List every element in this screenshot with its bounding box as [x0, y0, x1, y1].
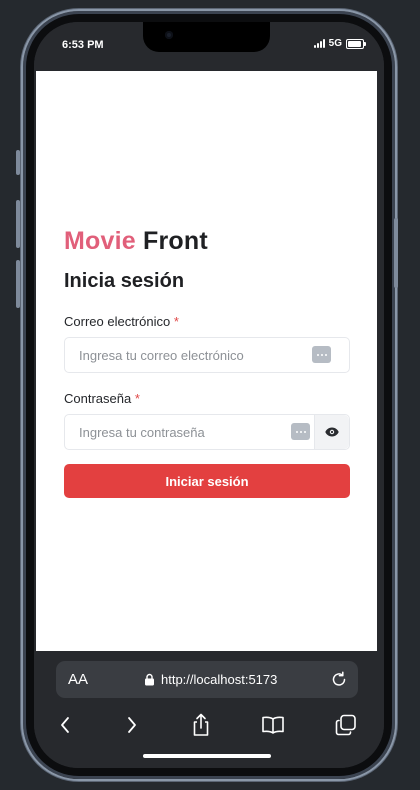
forward-icon — [128, 717, 136, 733]
share-button[interactable] — [186, 710, 216, 740]
tabs-icon — [335, 714, 356, 736]
status-time: 6:53 PM — [62, 39, 104, 51]
brand-logo: Movie Front — [64, 227, 208, 256]
bookmarks-button[interactable] — [258, 710, 288, 740]
eye-icon — [325, 427, 339, 437]
email-field[interactable] — [79, 338, 299, 372]
reload-icon[interactable] — [330, 670, 348, 688]
text-size-button[interactable]: AA — [68, 671, 88, 688]
page-title: Inicia sesión — [64, 270, 185, 292]
url-display[interactable]: http://localhost:5173 — [144, 672, 277, 687]
home-indicator[interactable] — [143, 754, 271, 758]
password-label-text: Contraseña — [64, 391, 132, 406]
password-field[interactable] — [79, 415, 299, 449]
share-icon — [193, 713, 209, 736]
password-label: Contraseña * — [64, 391, 140, 406]
email-label: Correo electrónico * — [64, 314, 179, 329]
brand-accent: Movie — [64, 227, 136, 255]
password-manager-icon[interactable] — [291, 423, 310, 440]
email-label-text: Correo electrónico — [64, 314, 171, 329]
action-button — [16, 150, 20, 175]
back-button[interactable] — [50, 710, 80, 740]
lock-icon — [145, 673, 154, 686]
required-mark: * — [134, 391, 140, 406]
password-field-wrapper — [64, 414, 350, 450]
brand-main: Front — [143, 227, 208, 255]
required-mark: * — [173, 314, 179, 329]
dynamic-island — [143, 22, 270, 52]
volume-up-button — [16, 200, 20, 248]
url-text: http://localhost:5173 — [161, 672, 278, 687]
email-field-wrapper — [64, 337, 350, 373]
password-manager-icon[interactable] — [312, 346, 331, 363]
web-content: Movie Front Inicia sesión Correo electró… — [36, 71, 377, 651]
login-button[interactable]: Iniciar sesión — [64, 464, 350, 498]
address-bar[interactable]: AA http://localhost:5173 — [56, 661, 358, 698]
tabs-button[interactable] — [331, 710, 361, 740]
camera-icon — [165, 31, 173, 39]
phone-screen: 6:53 PM 5G Movie Front Inicia sesión Cor… — [34, 22, 384, 768]
bookmarks-icon — [262, 716, 284, 734]
power-button — [394, 218, 398, 288]
battery-icon — [346, 38, 366, 49]
volume-down-button — [16, 260, 20, 308]
status-indicators: 5G — [313, 38, 366, 49]
forward-button[interactable] — [117, 710, 147, 740]
back-icon — [61, 717, 69, 733]
status-bar: 6:53 PM 5G — [34, 22, 384, 70]
browser-bar: AA http://localhost:5173 — [34, 651, 384, 768]
network-type: 5G — [328, 38, 342, 49]
toggle-password-visibility-button[interactable] — [314, 415, 349, 449]
signal-icon — [313, 39, 325, 48]
